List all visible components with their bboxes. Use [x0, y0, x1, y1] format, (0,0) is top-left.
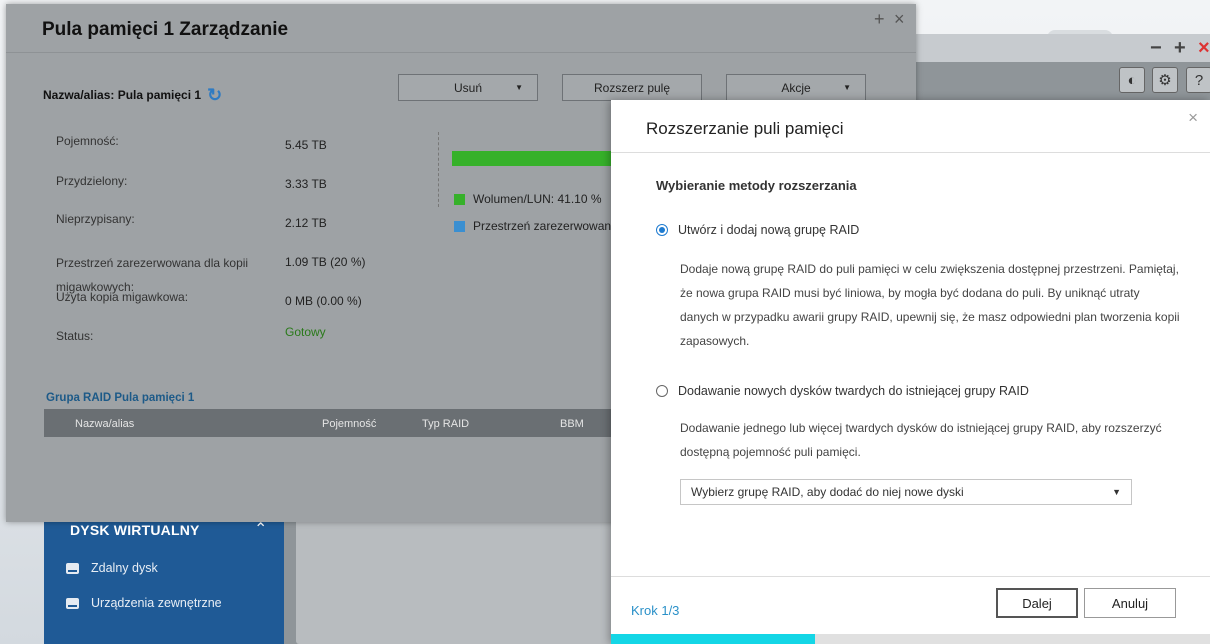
dialog-title: Rozszerzanie puli pamięci: [646, 119, 844, 138]
allocated-label: Przydzielony:: [56, 174, 128, 188]
option-create-raid-group[interactable]: Utwórz i dodaj nową grupę RAID: [656, 223, 859, 237]
next-button[interactable]: Dalej: [996, 588, 1078, 618]
actions-button[interactable]: Akcje ▼: [726, 74, 866, 101]
snapshot-used-value: 0 MB (0.00 %): [285, 294, 362, 308]
raid-group-select[interactable]: Wybierz grupę RAID, aby dodać do niej no…: [680, 479, 1132, 505]
capacity-value: 5.45 TB: [285, 138, 327, 152]
option-add-disks-existing[interactable]: Dodawanie nowych dysków twardych do istn…: [656, 384, 1029, 398]
gear-icon[interactable]: ⚙: [1152, 67, 1178, 93]
chevron-up-icon[interactable]: ⌃: [254, 519, 267, 539]
sidebar-item-external-devices[interactable]: Urządzenia zewnętrzne: [66, 596, 222, 610]
close-icon[interactable]: ×: [1198, 38, 1210, 58]
close-icon[interactable]: ×: [894, 9, 905, 30]
section-title: Wybieranie metody rozszerzania: [656, 178, 857, 193]
divider: [6, 52, 916, 53]
unallocated-label: Nieprzypisany:: [56, 212, 135, 226]
snapshot-reserved-value: 1.09 TB (20 %): [285, 255, 366, 269]
column-header-bbm[interactable]: BBM: [560, 418, 584, 430]
snapshot-used-label: Użyta kopia migawkowa:: [56, 290, 189, 304]
actions-button-label: Akcje: [781, 80, 811, 95]
expand-pool-button[interactable]: Rozszerz pulę: [562, 74, 702, 101]
remove-button-label: Usuń: [453, 80, 482, 95]
column-header-capacity[interactable]: Pojemność: [322, 418, 376, 430]
radio-button[interactable]: [656, 385, 668, 397]
pool-alias: Nazwa/alias: Pula pamięci 1 ↻: [43, 86, 222, 104]
divider: [611, 576, 1210, 577]
help-icon[interactable]: ?: [1186, 67, 1210, 93]
window-title: Pula pamięci 1 Zarządzanie: [42, 19, 289, 40]
eject-icon[interactable]: ◐: [1119, 67, 1145, 93]
column-header-raid-type[interactable]: Typ RAID: [422, 418, 469, 430]
wizard-progress-bar: [611, 634, 1210, 644]
refresh-icon[interactable]: ↻: [207, 86, 222, 104]
option-description: Dodawanie jednego lub więcej twardych dy…: [680, 421, 1162, 459]
legend-volume-label: Wolumen/LUN: 41.10 %: [473, 192, 602, 206]
maximize-icon[interactable]: +: [874, 9, 885, 30]
sidebar-item-label: Urządzenia zewnętrzne: [91, 596, 222, 610]
raid-group-title: Grupa RAID Pula pamięci 1: [46, 392, 195, 404]
legend-reserved: Przestrzeń zarezerwowana: [454, 219, 618, 233]
wizard-progress-fill: [611, 634, 815, 644]
sidebar-item-label: Zdalny dysk: [91, 561, 158, 575]
legend-volume: Wolumen/LUN: 41.10 %: [454, 192, 602, 206]
column-header-name[interactable]: Nazwa/alias: [75, 418, 134, 430]
unallocated-value: 2.12 TB: [285, 216, 327, 230]
sidebar-item-remote-disk[interactable]: Zdalny dysk: [66, 561, 158, 575]
select-value: Wybierz grupę RAID, aby dodać do niej no…: [691, 485, 964, 499]
close-icon[interactable]: ×: [1188, 108, 1198, 128]
external-device-icon: [66, 597, 79, 609]
allocated-value: 3.33 TB: [285, 177, 327, 191]
option-description: Dodaje nową grupę RAID do puli pamięci w…: [680, 262, 1180, 348]
raid-table-header: Nazwa/alias Pojemność Typ RAID BBM: [44, 409, 624, 437]
legend-reserved-label: Przestrzeń zarezerwowana: [473, 219, 618, 233]
status-value: Gotowy: [285, 325, 326, 339]
sidebar-section-title[interactable]: DYSK WIRTUALNY: [70, 522, 200, 538]
expand-pool-dialog: Rozszerzanie puli pamięci × Wybieranie m…: [611, 100, 1210, 644]
minimize-icon[interactable]: −: [1150, 38, 1162, 58]
cancel-button[interactable]: Anuluj: [1084, 588, 1176, 618]
caret-down-icon: ▼: [843, 83, 851, 92]
option-label: Dodawanie nowych dysków twardych do istn…: [678, 384, 1029, 398]
background-window-titlebar: [905, 34, 1210, 62]
content-panel: [296, 508, 614, 644]
disk-icon: [66, 562, 79, 574]
divider: [611, 152, 1210, 153]
radio-button-checked[interactable]: [656, 224, 668, 236]
legend-swatch-reserved: [454, 220, 465, 232]
capacity-label: Pojemność:: [56, 134, 119, 148]
expand-pool-button-label: Rozszerz pulę: [593, 80, 671, 95]
step-indicator: Krok 1/3: [631, 603, 680, 618]
legend-swatch-volume: [454, 193, 465, 205]
caret-down-icon: ▼: [1112, 487, 1121, 497]
status-label: Status:: [56, 329, 94, 343]
divider: [438, 132, 439, 207]
caret-down-icon: ▼: [515, 83, 523, 92]
option-label: Utwórz i dodaj nową grupę RAID: [678, 223, 860, 237]
maximize-icon[interactable]: +: [1174, 38, 1186, 58]
remove-button[interactable]: Usuń ▼: [398, 74, 538, 101]
pool-alias-label: Nazwa/alias: Pula pamięci 1: [43, 88, 202, 102]
